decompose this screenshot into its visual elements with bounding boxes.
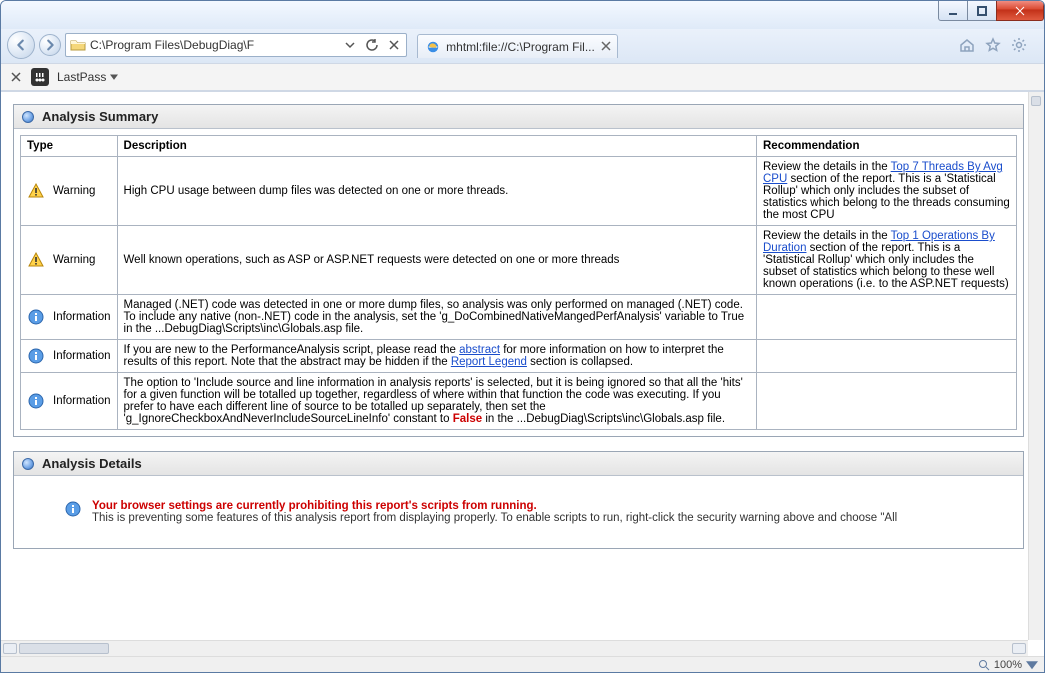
section-bullet-icon (22, 458, 34, 470)
info-icon (27, 347, 45, 365)
section-analysis-details: Analysis Details Your browser settings a… (13, 451, 1024, 549)
table-row: Warning High CPU usage between dump file… (21, 157, 1017, 226)
section-analysis-summary: Analysis Summary Type Description Recomm… (13, 104, 1024, 437)
lastpass-icon (31, 68, 49, 86)
row-type: Warning (53, 254, 95, 266)
address-box (65, 33, 407, 57)
dropdown-icon[interactable] (342, 37, 358, 53)
row-rec: Review the details in the Top 7 Threads … (757, 157, 1017, 226)
table-row: Information The option to 'Include sourc… (21, 373, 1017, 430)
nav-bar: mhtml:file://C:\Program Fil... (1, 29, 1044, 63)
row-desc: Managed (.NET) code was detected in one … (117, 295, 756, 340)
row-type: Information (53, 311, 111, 323)
row-rec (757, 295, 1017, 340)
stop-button[interactable] (386, 37, 402, 53)
link-abstract[interactable]: abstract (459, 344, 500, 356)
tab-label: mhtml:file://C:\Program Fil... (446, 40, 595, 54)
table-header: Type Description Recommendation (21, 136, 1017, 157)
row-desc: The option to 'Include source and line i… (117, 373, 756, 430)
row-type: Warning (53, 185, 95, 197)
section-bullet-icon (22, 111, 34, 123)
col-type: Type (21, 136, 118, 157)
extension-bar-close[interactable] (9, 70, 23, 84)
row-rec (757, 373, 1017, 430)
row-desc: Well known operations, such as ASP or AS… (117, 226, 756, 295)
forward-button[interactable] (39, 34, 61, 56)
table-row: Warning Well known operations, such as A… (21, 226, 1017, 295)
tab-close-button[interactable] (599, 39, 613, 53)
ie-icon (426, 40, 440, 54)
address-input[interactable] (90, 35, 338, 55)
browser-tab[interactable]: mhtml:file://C:\Program Fil... (417, 34, 618, 58)
document-body[interactable]: Analysis Summary Type Description Recomm… (1, 92, 1028, 640)
extension-menu[interactable]: LastPass (57, 70, 118, 84)
home-icon[interactable] (958, 36, 976, 54)
summary-table: Type Description Recommendation Warning … (20, 135, 1017, 430)
row-type: Information (53, 395, 111, 407)
info-icon (27, 392, 45, 410)
window-titlebar (1, 1, 1044, 29)
section-title: Analysis Summary (42, 109, 158, 124)
table-row: Information If you are new to the Perfor… (21, 340, 1017, 373)
status-bar: 100% (1, 656, 1044, 672)
close-button[interactable] (996, 1, 1044, 21)
browser-window: mhtml:file://C:\Program Fil... LastPass … (0, 0, 1045, 673)
content-viewport: Analysis Summary Type Description Recomm… (1, 91, 1044, 672)
tab-strip: mhtml:file://C:\Program Fil... (417, 32, 618, 58)
row-rec (757, 340, 1017, 373)
back-button[interactable] (7, 31, 35, 59)
section-title: Analysis Details (42, 456, 142, 471)
table-row: Information Managed (.NET) code was dete… (21, 295, 1017, 340)
row-desc: If you are new to the PerformanceAnalysi… (117, 340, 756, 373)
favorites-icon[interactable] (984, 36, 1002, 54)
zoom-dropdown-icon[interactable] (1026, 659, 1038, 671)
settings-icon[interactable] (1010, 36, 1028, 54)
extension-bar: LastPass (1, 63, 1044, 91)
minimize-button[interactable] (938, 1, 968, 21)
col-rec: Recommendation (757, 136, 1017, 157)
extension-name: LastPass (57, 70, 106, 84)
refresh-button[interactable] (364, 37, 380, 53)
details-info-line: This is preventing some features of this… (92, 512, 897, 524)
folder-icon (70, 37, 86, 53)
col-desc: Description (117, 136, 756, 157)
info-icon (27, 308, 45, 326)
link-report-legend[interactable]: Report Legend (451, 356, 527, 368)
zoom-icon (978, 659, 990, 671)
horizontal-scrollbar[interactable] (1, 640, 1028, 656)
row-desc: High CPU usage between dump files was de… (117, 157, 756, 226)
vertical-scrollbar[interactable] (1028, 92, 1044, 640)
info-icon (64, 500, 82, 518)
zoom-level: 100% (994, 659, 1022, 671)
warning-icon (27, 251, 45, 269)
maximize-button[interactable] (967, 1, 997, 21)
details-error-line: Your browser settings are currently proh… (92, 500, 897, 512)
row-type: Information (53, 350, 111, 362)
row-rec: Review the details in the Top 1 Operatio… (757, 226, 1017, 295)
warning-icon (27, 182, 45, 200)
